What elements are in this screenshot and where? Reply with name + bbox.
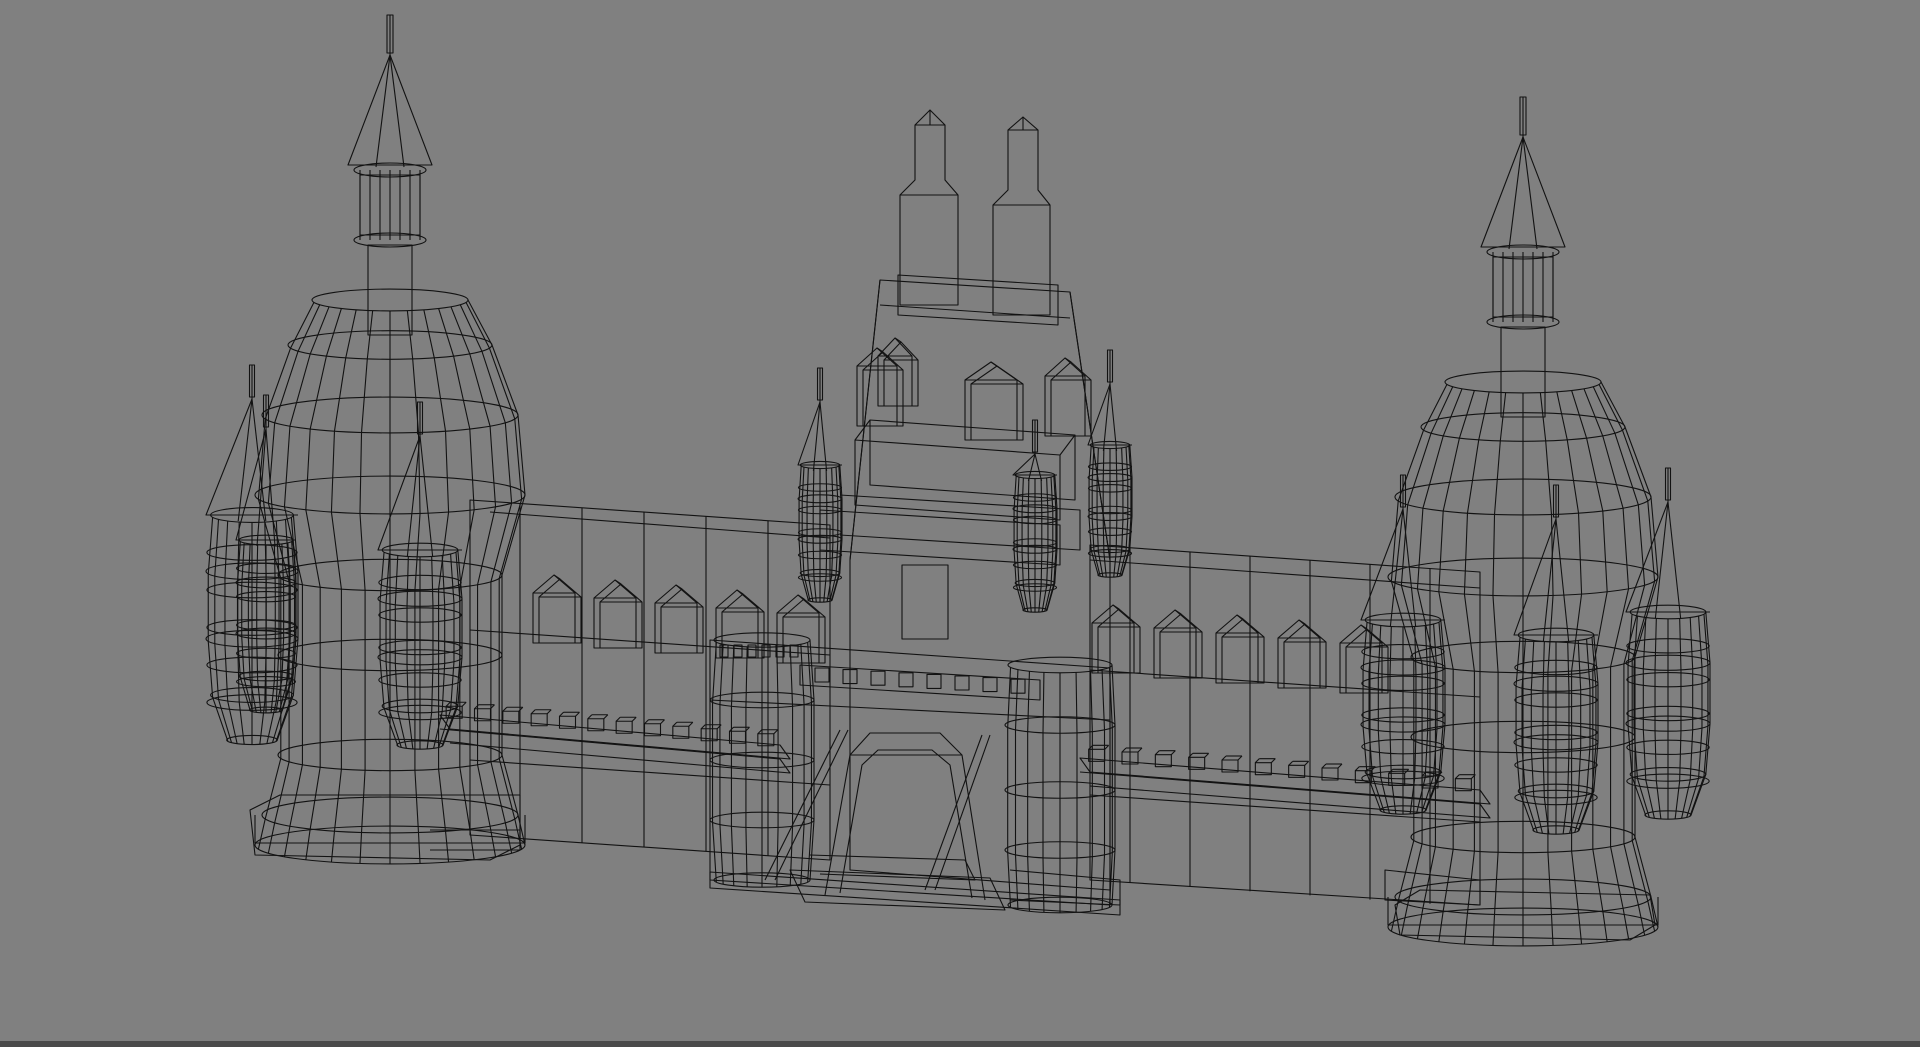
- right-curtain-wall: [1089, 544, 1481, 906]
- wireframe-viewport[interactable]: [0, 0, 1920, 1047]
- right-battlement-walkway: [1079, 744, 1491, 819]
- left-main-tower: [254, 14, 526, 865]
- left-bartizan-inner: [235, 394, 297, 714]
- right-bartizan-front: [1360, 474, 1446, 815]
- keep-turret-mid: [1012, 419, 1058, 613]
- right-bartizan-mid: [1513, 484, 1599, 835]
- keep-turret-left: [797, 367, 843, 603]
- left-bartizan-front: [377, 401, 463, 750]
- viewport-bottom-border: [0, 1041, 1920, 1047]
- gatehouse: [709, 632, 1116, 914]
- keep-turret-right: [1087, 349, 1133, 578]
- left-curtain-wall: [469, 499, 831, 861]
- left-battlement-walkway: [439, 701, 791, 774]
- castle-wireframe: [205, 14, 1711, 947]
